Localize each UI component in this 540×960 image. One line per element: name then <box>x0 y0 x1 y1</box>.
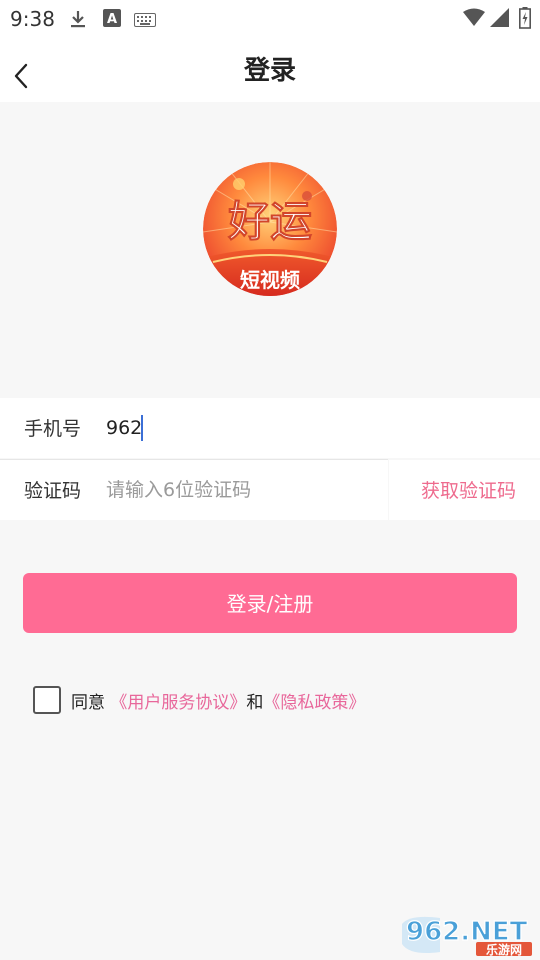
privacy-policy-link[interactable]: 《隐私政策》 <box>263 693 365 713</box>
logo-main-text: 好运 <box>227 197 312 246</box>
wifi-icon <box>463 8 485 32</box>
battery-icon <box>519 7 531 33</box>
watermark-logo: 962.NET 乐游网 <box>400 912 534 957</box>
text-caret <box>141 415 143 441</box>
status-time: 9:38 <box>10 7 55 31</box>
keyboard-icon <box>134 12 156 31</box>
phone-row: 手机号 <box>0 398 540 458</box>
download-icon <box>68 9 88 33</box>
signal-icon <box>489 8 509 32</box>
header-bar: 登录 <box>0 36 540 102</box>
logo-sub-text: 短视频 <box>240 268 300 292</box>
user-agreement-link[interactable]: 《用户服务协议》 <box>110 693 246 713</box>
code-label: 验证码 <box>24 480 82 502</box>
agreement-text: 同意 《用户服务协议》和《隐私政策》 <box>71 688 365 713</box>
agree-prefix: 同意 <box>71 693 105 713</box>
code-separator <box>388 460 389 520</box>
app-logo: 好运 短视频 <box>203 162 337 296</box>
phone-label: 手机号 <box>24 418 82 440</box>
get-code-button[interactable]: 获取验证码 <box>421 476 516 503</box>
code-input[interactable] <box>106 470 376 510</box>
svg-text:A: A <box>107 12 117 27</box>
login-register-button[interactable]: 登录/注册 <box>23 573 517 633</box>
page-title: 登录 <box>243 56 296 86</box>
watermark-sub: 乐游网 <box>486 942 522 956</box>
phone-input[interactable] <box>106 408 376 448</box>
status-bar: 9:38 A <box>0 0 540 36</box>
code-row: 验证码 获取验证码 <box>0 460 540 520</box>
font-a-icon: A <box>103 9 121 31</box>
agree-checkbox[interactable] <box>33 686 61 714</box>
agree-and: 和 <box>246 693 264 713</box>
